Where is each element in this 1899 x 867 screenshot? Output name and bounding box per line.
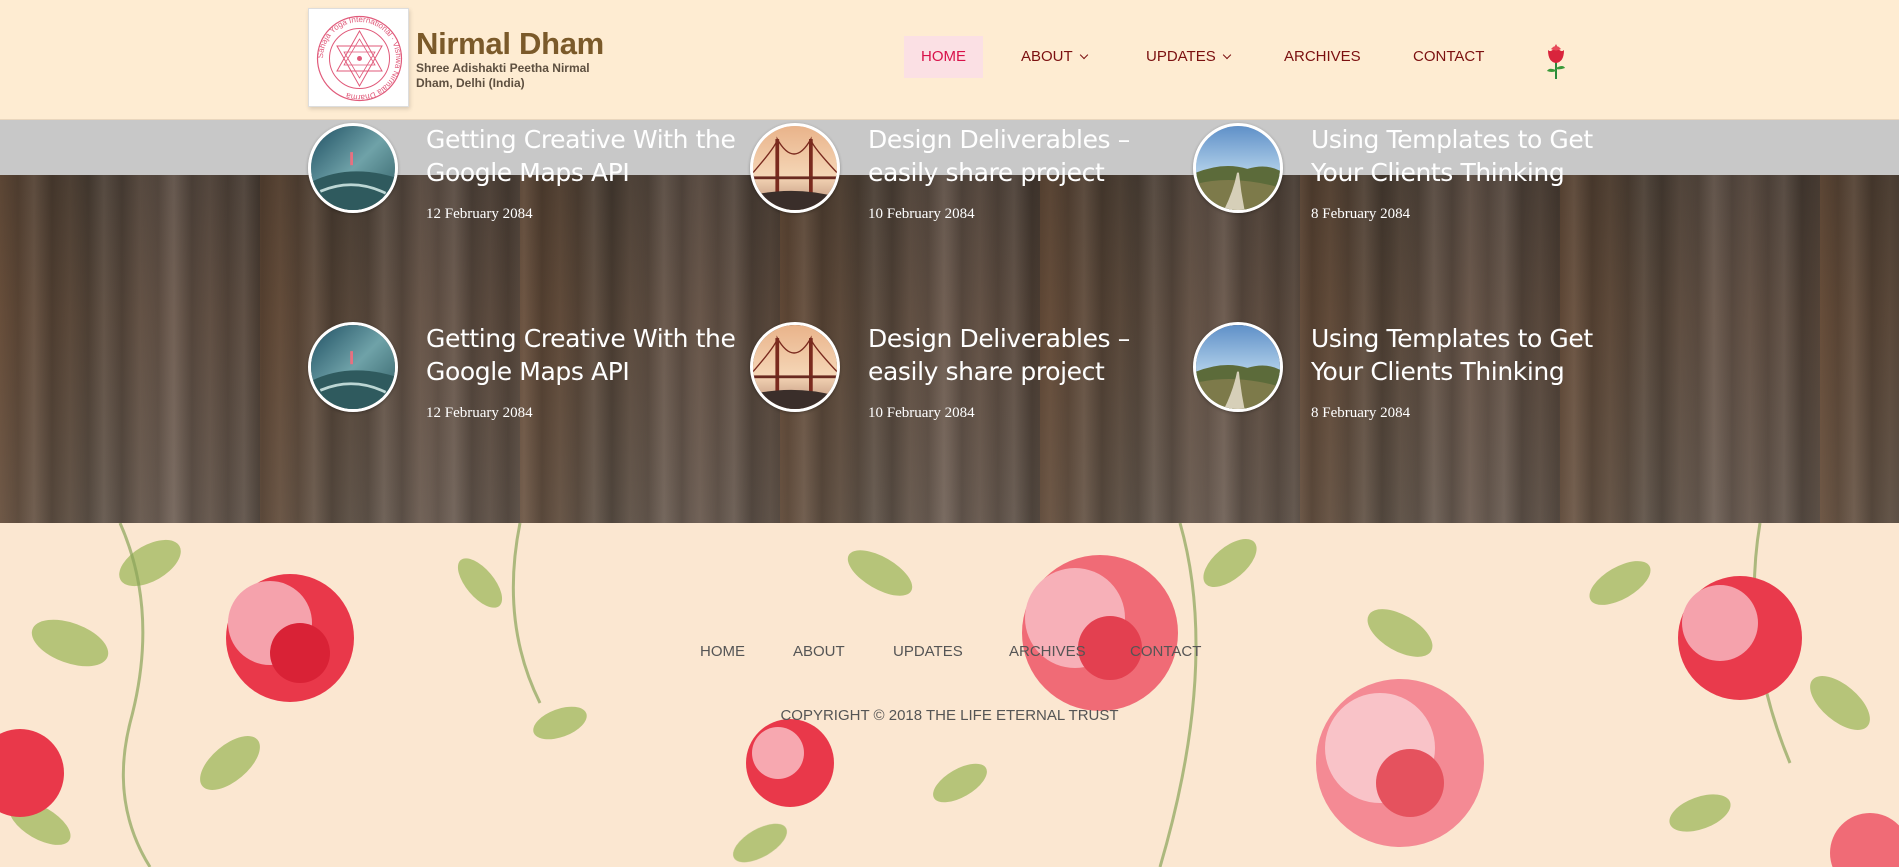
post-card[interactable]: Using Templates to Get Your Clients Thin… bbox=[1193, 322, 1633, 432]
nav-contact[interactable]: CONTACT bbox=[1413, 36, 1484, 78]
post-date: 10 February 2084 bbox=[868, 206, 975, 222]
rose-icon[interactable] bbox=[1540, 40, 1572, 80]
nav-about[interactable]: ABOUT bbox=[1021, 36, 1088, 78]
rose-pattern-background bbox=[0, 523, 1899, 867]
footer-link-contact[interactable]: CONTACT bbox=[1130, 643, 1201, 660]
post-thumbnail[interactable] bbox=[1193, 322, 1283, 412]
post-card[interactable]: Getting Creative With the Google Maps AP… bbox=[308, 322, 748, 432]
nav-about-label: ABOUT bbox=[1021, 48, 1073, 65]
nav-archives[interactable]: ARCHIVES bbox=[1284, 36, 1361, 78]
nav-home-label: HOME bbox=[921, 48, 966, 65]
footer-link-archives[interactable]: ARCHIVES bbox=[1009, 643, 1086, 660]
post-title[interactable]: Design Deliverables – easily share proje… bbox=[868, 123, 1198, 189]
site-title[interactable]: Nirmal Dham bbox=[416, 26, 604, 62]
post-card[interactable]: Using Templates to Get Your Clients Thin… bbox=[1193, 123, 1633, 233]
post-title[interactable]: Using Templates to Get Your Clients Thin… bbox=[1311, 123, 1641, 189]
post-thumbnail[interactable] bbox=[1193, 123, 1283, 213]
post-title[interactable]: Using Templates to Get Your Clients Thin… bbox=[1311, 322, 1641, 388]
site-logo[interactable]: Sahaja Yoga International · Vishwa Nirma… bbox=[308, 8, 409, 107]
sri-chakra-logo-icon: Sahaja Yoga International · Vishwa Nirma… bbox=[316, 15, 403, 102]
copyright-text: COPYRIGHT © 2018 THE LIFE ETERNAL TRUST bbox=[780, 707, 1119, 724]
nav-archives-label: ARCHIVES bbox=[1284, 48, 1361, 65]
post-date: 12 February 2084 bbox=[426, 206, 533, 222]
post-title[interactable]: Design Deliverables – easily share proje… bbox=[868, 322, 1198, 388]
post-card[interactable]: Design Deliverables – easily share proje… bbox=[750, 322, 1190, 432]
post-card[interactable]: Getting Creative With the Google Maps AP… bbox=[308, 123, 748, 233]
post-date: 8 February 2084 bbox=[1311, 206, 1411, 222]
nav-home[interactable]: HOME bbox=[904, 36, 983, 78]
post-thumbnail[interactable] bbox=[308, 322, 398, 412]
post-date: 12 February 2084 bbox=[426, 405, 533, 421]
post-date: 10 February 2084 bbox=[868, 405, 975, 421]
post-title[interactable]: Getting Creative With the Google Maps AP… bbox=[426, 322, 756, 388]
post-date: 8 February 2084 bbox=[1311, 405, 1411, 421]
chevron-down-icon bbox=[1222, 50, 1231, 60]
nav-updates[interactable]: UPDATES bbox=[1146, 36, 1231, 78]
nav-contact-label: CONTACT bbox=[1413, 48, 1485, 65]
chevron-down-icon bbox=[1079, 50, 1088, 60]
site-tagline: Shree Adishakti Peetha Nirmal Dham, Delh… bbox=[416, 61, 590, 90]
post-card[interactable]: Design Deliverables – easily share proje… bbox=[750, 123, 1190, 233]
footer-link-about[interactable]: ABOUT bbox=[793, 643, 845, 660]
post-title[interactable]: Getting Creative With the Google Maps AP… bbox=[426, 123, 756, 189]
footer-nav: HOME ABOUT UPDATES ARCHIVES CONTACT bbox=[0, 643, 1899, 663]
nav-updates-label: UPDATES bbox=[1146, 48, 1216, 65]
footer-link-home[interactable]: HOME bbox=[700, 643, 745, 660]
footer-link-updates[interactable]: UPDATES bbox=[893, 643, 963, 660]
post-thumbnail[interactable] bbox=[750, 123, 840, 213]
site-header: Sahaja Yoga International · Vishwa Nirma… bbox=[0, 0, 1899, 120]
site-footer: HOME ABOUT UPDATES ARCHIVES CONTACT COPY… bbox=[0, 523, 1899, 867]
post-thumbnail[interactable] bbox=[750, 322, 840, 412]
post-thumbnail[interactable] bbox=[308, 123, 398, 213]
